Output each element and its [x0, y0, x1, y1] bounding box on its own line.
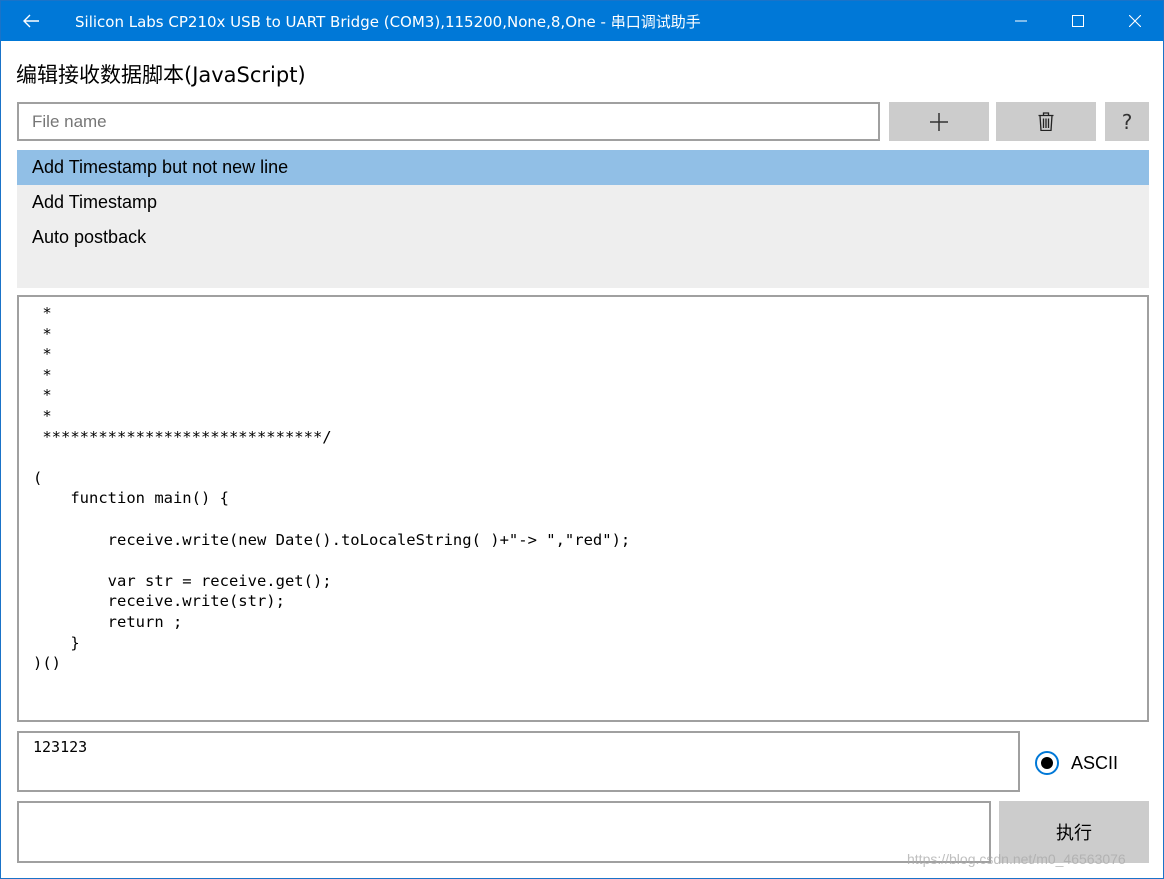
close-button[interactable] — [1106, 1, 1163, 41]
output-area — [17, 801, 991, 863]
minimize-button[interactable] — [992, 1, 1049, 41]
radio-dot — [1041, 757, 1053, 769]
page-title: 编辑接收数据脚本(JavaScript) — [16, 63, 306, 87]
file-name-input[interactable] — [17, 102, 880, 141]
help-label: ? — [1121, 109, 1133, 134]
trash-icon — [1038, 112, 1054, 131]
watermark: https://blog.csdn.net/m0_46563076 — [907, 851, 1126, 867]
back-button[interactable] — [1, 1, 61, 41]
maximize-icon — [1071, 15, 1084, 27]
run-label: 执行 — [1056, 823, 1092, 844]
title-bar: Silicon Labs CP210x USB to UART Bridge (… — [1, 1, 1163, 41]
help-button[interactable]: ? — [1105, 102, 1149, 141]
window-controls — [992, 1, 1163, 41]
ascii-label: ASCII — [1071, 752, 1119, 773]
arrow-left-icon — [23, 14, 39, 28]
radio-button[interactable] — [1035, 751, 1059, 775]
window-title: Silicon Labs CP210x USB to UART Bridge (… — [75, 12, 701, 31]
plus-icon — [930, 112, 948, 131]
close-icon — [1128, 15, 1141, 27]
list-item[interactable]: Add Timestamp but not new line — [17, 150, 1149, 185]
script-editor[interactable]: * * * * * * ****************************… — [17, 295, 1149, 722]
script-list: Add Timestamp but not new line Add Times… — [17, 150, 1149, 288]
test-data-input[interactable]: 123123 — [17, 731, 1020, 792]
delete-script-button[interactable] — [996, 102, 1096, 141]
ascii-radio[interactable]: ASCII — [1035, 749, 1118, 777]
list-item[interactable]: Auto postback — [17, 220, 1149, 255]
list-item[interactable]: Add Timestamp — [17, 185, 1149, 220]
app-window: Silicon Labs CP210x USB to UART Bridge (… — [0, 0, 1164, 879]
minimize-icon — [1014, 20, 1027, 22]
maximize-button[interactable] — [1049, 1, 1106, 41]
add-script-button[interactable] — [889, 102, 989, 141]
